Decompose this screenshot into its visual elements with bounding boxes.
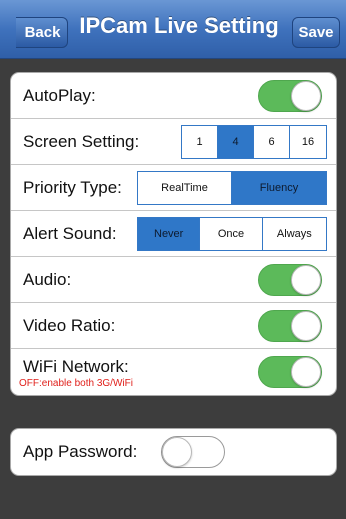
- toggle-knob: [291, 264, 321, 295]
- alert-option-always[interactable]: Always: [263, 218, 326, 250]
- back-button[interactable]: Back: [16, 17, 68, 48]
- wifi-network-row: WiFi Network: OFF:enable both 3G/WiFi: [11, 349, 336, 395]
- priority-type-row: Priority Type: RealTime Fluency: [11, 165, 336, 211]
- alert-option-once[interactable]: Once: [200, 218, 263, 250]
- back-button-label: Back: [24, 24, 61, 41]
- navigation-bar: Back IPCam Live Setting Save: [0, 0, 346, 59]
- audio-row: Audio:: [11, 257, 336, 303]
- autoplay-label: AutoPlay:: [23, 85, 96, 105]
- video-ratio-row: Video Ratio:: [11, 303, 336, 349]
- toggle-knob: [291, 310, 321, 341]
- save-button[interactable]: Save: [292, 17, 340, 48]
- video-ratio-toggle[interactable]: [258, 309, 322, 342]
- toggle-knob: [162, 437, 192, 467]
- video-ratio-label: Video Ratio:: [23, 315, 116, 335]
- screen-setting-segmented-control: 1 4 6 16: [181, 125, 327, 159]
- audio-label: Audio:: [23, 269, 72, 289]
- toggle-knob: [291, 357, 321, 387]
- alert-sound-label: Alert Sound:: [23, 223, 117, 243]
- wifi-network-note: OFF:enable both 3G/WiFi: [19, 378, 133, 389]
- live-settings-group: AutoPlay: Screen Setting: 1 4 6 16 Prior…: [10, 72, 337, 396]
- priority-type-segmented-control: RealTime Fluency: [137, 171, 327, 205]
- autoplay-row: AutoPlay:: [11, 73, 336, 119]
- screen-option-16[interactable]: 16: [290, 126, 326, 158]
- toggle-knob: [291, 80, 321, 111]
- screen-setting-row: Screen Setting: 1 4 6 16: [11, 119, 336, 165]
- app-password-toggle[interactable]: [161, 436, 225, 468]
- screen-setting-label: Screen Setting:: [23, 131, 140, 151]
- app-password-row: App Password:: [11, 429, 336, 475]
- screen-option-1[interactable]: 1: [182, 126, 218, 158]
- security-settings-group: App Password:: [10, 428, 337, 476]
- screen-option-6[interactable]: 6: [254, 126, 290, 158]
- alert-option-never[interactable]: Never: [138, 218, 201, 250]
- wifi-network-label: WiFi Network:: [23, 357, 129, 376]
- priority-option-realtime[interactable]: RealTime: [138, 172, 232, 204]
- screen-option-4[interactable]: 4: [218, 126, 254, 158]
- page-title: IPCam Live Setting: [79, 13, 279, 38]
- priority-option-fluency[interactable]: Fluency: [232, 172, 326, 204]
- audio-toggle[interactable]: [258, 263, 322, 296]
- priority-type-label: Priority Type:: [23, 177, 122, 197]
- autoplay-toggle[interactable]: [258, 79, 322, 112]
- app-password-label: App Password:: [23, 442, 138, 461]
- alert-sound-segmented-control: Never Once Always: [137, 217, 327, 251]
- alert-sound-row: Alert Sound: Never Once Always: [11, 211, 336, 257]
- wifi-network-toggle[interactable]: [258, 356, 322, 388]
